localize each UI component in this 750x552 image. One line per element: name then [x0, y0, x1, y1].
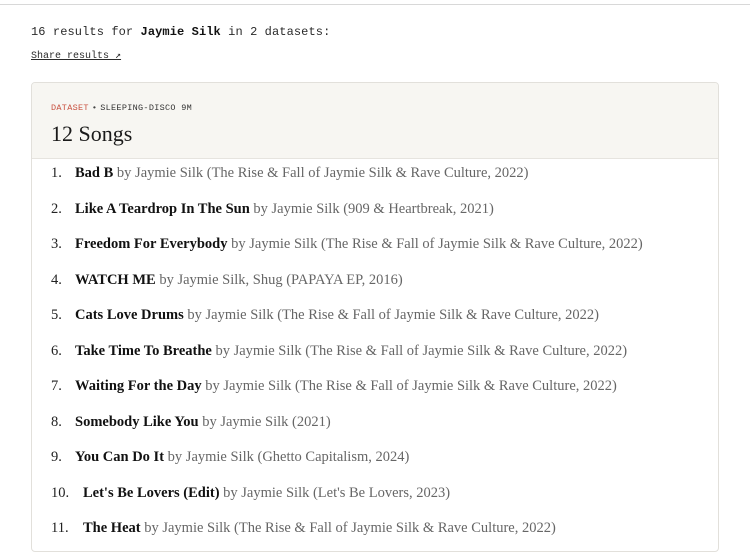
- song-title[interactable]: Waiting For the Day: [75, 378, 202, 394]
- song-list-item[interactable]: 11. The Heat by Jaymie Silk (The Rise & F…: [51, 520, 556, 537]
- song-title[interactable]: Bad B: [75, 165, 113, 181]
- song-number: 7.: [51, 378, 62, 394]
- song-title[interactable]: Let's Be Lovers (Edit): [83, 485, 220, 501]
- song-meta: by Jaymie Silk (The Rise & Fall of Jaymi…: [201, 378, 617, 394]
- dataset-card-header: DATASET • SLEEPING-DISCO 9M 12 Songs: [32, 83, 718, 159]
- song-meta: by Jaymie Silk (The Rise & Fall of Jaymi…: [140, 520, 556, 536]
- song-list-item[interactable]: 6. Take Time To Breathe by Jaymie Silk (T…: [51, 343, 627, 360]
- dataset-title: 12 Songs: [51, 121, 133, 146]
- share-results-link[interactable]: Share results ↗: [31, 50, 121, 62]
- dataset-card: DATASET • SLEEPING-DISCO 9M 12 Songs 1. Bad…: [31, 82, 719, 552]
- song-title[interactable]: The Heat: [83, 520, 141, 536]
- song-number: 3.: [51, 236, 62, 252]
- results-suffix-text: in 2 datasets:: [220, 25, 331, 39]
- top-divider: [0, 0, 750, 5]
- song-title[interactable]: WATCH ME: [75, 272, 156, 288]
- results-query: Jaymie Silk: [140, 25, 221, 39]
- song-number: 2.: [51, 201, 62, 217]
- dataset-name: SLEEPING-DISCO 9M: [100, 103, 193, 113]
- song-meta: by Jaymie Silk (The Rise & Fall of Jaymi…: [227, 236, 643, 252]
- song-number: 1.: [51, 165, 62, 181]
- song-list-item[interactable]: 10. Let's Be Lovers (Edit) by Jaymie Silk…: [51, 485, 450, 502]
- dataset-tag: DATASET: [51, 103, 89, 113]
- song-list-item[interactable]: 7. Waiting For the Day by Jaymie Silk (Th…: [51, 378, 617, 395]
- dataset-separator: •: [91, 103, 98, 113]
- song-title[interactable]: Like A Teardrop In The Sun: [75, 201, 250, 217]
- song-title[interactable]: Freedom For Everybody: [75, 236, 228, 252]
- dataset-eyebrow: DATASET • SLEEPING-DISCO 9M: [51, 103, 192, 113]
- song-number: 11.: [51, 520, 69, 536]
- song-number: 9.: [51, 449, 62, 465]
- song-list-item[interactable]: 1. Bad B by Jaymie Silk (The Rise & Fall …: [51, 165, 529, 182]
- song-list-item[interactable]: 3. Freedom For Everybody by Jaymie Silk (…: [51, 236, 643, 253]
- song-number: 4.: [51, 272, 62, 288]
- results-summary: 16 results for Jaymie Silk in 2 datasets…: [31, 25, 330, 39]
- song-list-item[interactable]: 2. Like A Teardrop In The Sun by Jaymie S…: [51, 201, 494, 218]
- song-title[interactable]: Somebody Like You: [75, 414, 199, 430]
- song-list-item[interactable]: 4. WATCH ME by Jaymie Silk, Shug (PAPAYA …: [51, 272, 403, 289]
- song-number: 6.: [51, 343, 62, 359]
- song-meta: by Jaymie Silk (Let's Be Lovers, 2023): [219, 485, 451, 501]
- song-list-item[interactable]: 9. You Can Do It by Jaymie Silk (Ghetto C…: [51, 449, 409, 466]
- song-title[interactable]: Take Time To Breathe: [75, 343, 212, 359]
- song-meta: by Jaymie Silk (909 & Heartbreak, 2021): [249, 201, 494, 217]
- song-meta: by Jaymie Silk (The Rise & Fall of Jaymi…: [183, 307, 599, 323]
- song-title[interactable]: Cats Love Drums: [75, 307, 184, 323]
- song-meta: by Jaymie Silk, Shug (PAPAYA EP, 2016): [155, 272, 403, 288]
- song-list-item[interactable]: 5. Cats Love Drums by Jaymie Silk (The Ri…: [51, 307, 599, 324]
- song-title[interactable]: You Can Do It: [75, 449, 164, 465]
- song-meta: by Jaymie Silk (2021): [198, 414, 331, 430]
- song-number: 5.: [51, 307, 62, 323]
- song-list-item[interactable]: 8. Somebody Like You by Jaymie Silk (2021…: [51, 414, 331, 431]
- results-count-text: 16 results for: [31, 25, 141, 39]
- song-meta: by Jaymie Silk (The Rise & Fall of Jaymi…: [113, 165, 529, 181]
- song-number: 10.: [51, 485, 70, 501]
- song-number: 8.: [51, 414, 62, 430]
- song-meta: by Jaymie Silk (Ghetto Capitalism, 2024): [164, 449, 410, 465]
- song-meta: by Jaymie Silk (The Rise & Fall of Jaymi…: [211, 343, 628, 359]
